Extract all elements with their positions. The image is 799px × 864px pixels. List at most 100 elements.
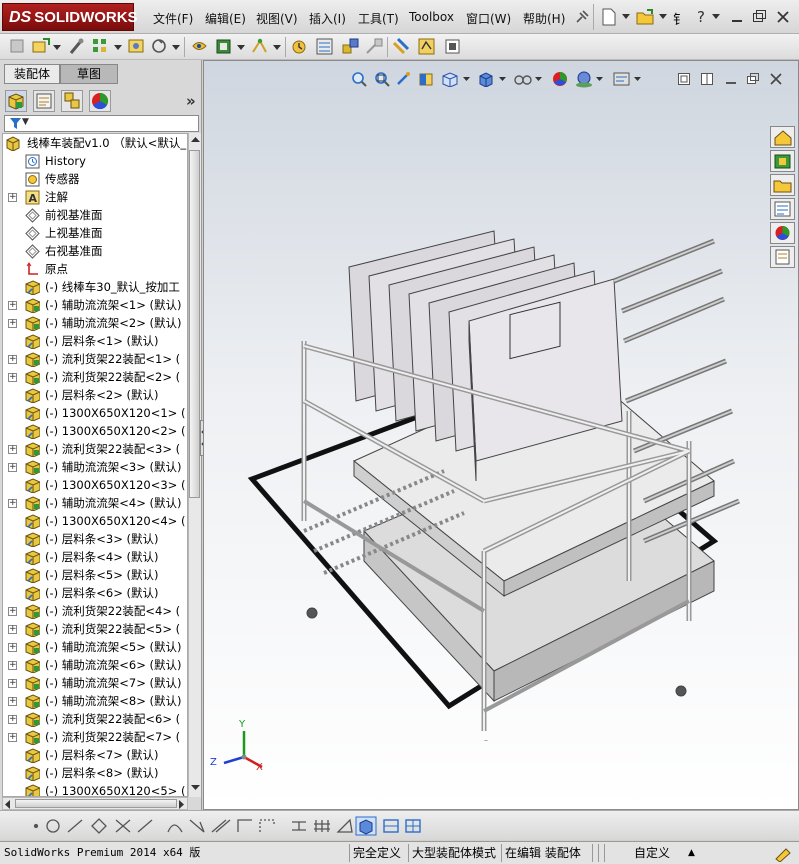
configuration-manager-tab[interactable] [61,90,83,112]
menu-window[interactable]: 窗口(W) [466,10,511,27]
tree-hscroll-thumb[interactable] [15,799,177,808]
tree-item[interactable]: + (-) 辅助流流架<8> (默认) [3,692,187,710]
scroll-down-arrow-icon[interactable] [191,785,200,791]
chevron-down-icon[interactable] [463,77,470,82]
graphics-view[interactable]: Y X Z [203,60,799,810]
tree-item[interactable]: (-) 层料条<7> (默认) [3,746,187,764]
task-pane-home[interactable] [770,126,795,148]
view-orientation-icon[interactable] [441,71,459,87]
viewport-split-icon[interactable] [700,72,714,86]
linear-pattern-icon[interactable] [91,37,111,57]
chevron-down-icon[interactable] [596,77,603,82]
tree-item[interactable]: + (-) 流利货架22装配<3> ( [3,440,187,458]
chevron-down-icon[interactable] [712,14,720,20]
scroll-left-arrow-icon[interactable] [5,800,11,809]
chevron-down-icon[interactable] [53,45,61,51]
tree-item[interactable]: + (-) 辅助流流架<5> (默认) [3,638,187,656]
menu-insert[interactable]: 插入(I) [309,10,346,27]
viewport-layout-icon[interactable] [677,72,691,86]
insert-component-icon[interactable] [31,37,51,57]
rebuild-icon[interactable] [8,37,28,57]
tree-item[interactable]: + (-) 流利货架22装配<5> ( [3,620,187,638]
section-view-icon[interactable] [418,71,434,87]
assembly-features-icon[interactable] [214,37,234,57]
display-style-icon[interactable] [477,71,495,87]
expand-toggle[interactable]: + [8,355,17,364]
tree-item[interactable]: 原点 [3,260,187,278]
pin-icon[interactable] [574,9,590,25]
tree-item[interactable]: + (-) 流利货架22装配<4> ( [3,602,187,620]
expand-toggle[interactable]: + [8,193,17,202]
exploded-view-icon[interactable] [341,37,361,57]
tree-item[interactable]: (-) 层料条<8> (默认) [3,764,187,782]
tree-item[interactable]: + (-) 辅助流流架<2> (默认) [3,314,187,332]
chevron-down-icon[interactable] [273,45,281,51]
tree-item[interactable]: + (-) 辅助流流架<6> (默认) [3,656,187,674]
scroll-right-arrow-icon[interactable] [179,800,185,809]
chevron-down-icon[interactable] [659,14,667,20]
open-folder-icon[interactable] [636,8,656,26]
new-document-icon[interactable] [600,8,618,26]
expand-toggle[interactable]: + [8,499,17,508]
expand-toggle[interactable]: + [8,373,17,382]
tree-item[interactable]: + (-) 辅助流流架<4> (默认) [3,494,187,512]
move-component-icon[interactable] [150,37,170,57]
tree-item[interactable]: + (-) 流利货架22装配<2> ( [3,368,187,386]
expand-toggle[interactable]: + [8,643,17,652]
expand-toggle[interactable]: + [8,733,17,742]
tree-item[interactable]: + (-) 流利货架22装配<1> ( [3,350,187,368]
edit-appearance-icon[interactable] [551,70,569,88]
chevron-down-icon[interactable] [114,45,122,51]
help-icon[interactable]: ? [694,8,710,26]
explode-line-sketch-icon[interactable] [365,37,385,57]
hide-show-items-icon[interactable] [513,71,533,87]
task-pane-design-library[interactable] [770,150,795,172]
expand-toggle[interactable]: + [8,679,17,688]
tree-item[interactable]: + A 注解 [3,188,187,206]
tree-item[interactable]: + (-) 流利货架22装配<6> ( [3,710,187,728]
options-glyph[interactable]: 钅 [673,9,686,28]
tree-item[interactable]: 右视基准面 [3,242,187,260]
tree-item[interactable]: (-) 1300X650X120<3> ( [3,476,187,494]
tab-assembly[interactable]: 装配体 [4,64,60,84]
tree-item[interactable]: + (-) 辅助流流架<7> (默认) [3,674,187,692]
quick-tips-icon[interactable] [774,845,792,862]
expand-toggle[interactable]: + [8,715,17,724]
tree-item[interactable]: (-) 层料条<3> (默认) [3,530,187,548]
sketch-tools-row[interactable] [4,816,444,836]
task-pane-view-palette[interactable] [770,198,795,220]
task-pane-custom-properties[interactable] [770,246,795,268]
menu-toolbox[interactable]: Toolbox [409,10,454,24]
zoom-to-fit-icon[interactable] [351,71,367,87]
tree-item[interactable]: 上视基准面 [3,224,187,242]
interference-detection-icon[interactable] [392,37,412,57]
tree-item[interactable]: (-) 线棒车30_默认_按加工 [3,278,187,296]
smart-fasteners-icon[interactable] [127,37,147,57]
tree-filter-input[interactable]: ▼ [4,115,199,132]
bill-of-materials-icon[interactable] [315,37,335,57]
mate-icon[interactable] [67,37,87,57]
task-pane-appearances[interactable] [770,222,795,244]
doc-close-icon[interactable] [769,72,783,86]
feature-manager-tab[interactable] [5,90,27,112]
scroll-up-arrow-icon[interactable] [191,137,200,143]
solidworks-logo[interactable]: DS SOLIDWORKS [2,3,138,31]
apply-scene-icon[interactable] [574,70,594,88]
tree-item[interactable]: + (-) 流利货架22装配<7> ( [3,728,187,746]
tree-horizontal-scrollbar[interactable] [2,797,188,810]
reference-geometry-icon[interactable] [250,37,270,57]
task-pane-file-explorer[interactable] [770,174,795,196]
expand-toggle[interactable]: + [8,661,17,670]
tree-item[interactable]: (-) 层料条<1> (默认) [3,332,187,350]
tree-item[interactable]: (-) 层料条<5> (默认) [3,566,187,584]
tree-item[interactable]: (-) 层料条<4> (默认) [3,548,187,566]
expand-toggle[interactable]: + [8,697,17,706]
tree-item[interactable]: (-) 1300X650X120<2> ( [3,422,187,440]
expand-toggle[interactable]: + [8,319,17,328]
expand-toggle[interactable]: + [8,463,17,472]
doc-restore-icon[interactable] [746,72,760,86]
tree-scroll-thumb[interactable] [189,150,200,498]
tree-item[interactable]: + (-) 辅助流流架<3> (默认) [3,458,187,476]
chevron-down-icon[interactable] [237,45,245,51]
status-units[interactable]: 自定义 [634,844,670,862]
